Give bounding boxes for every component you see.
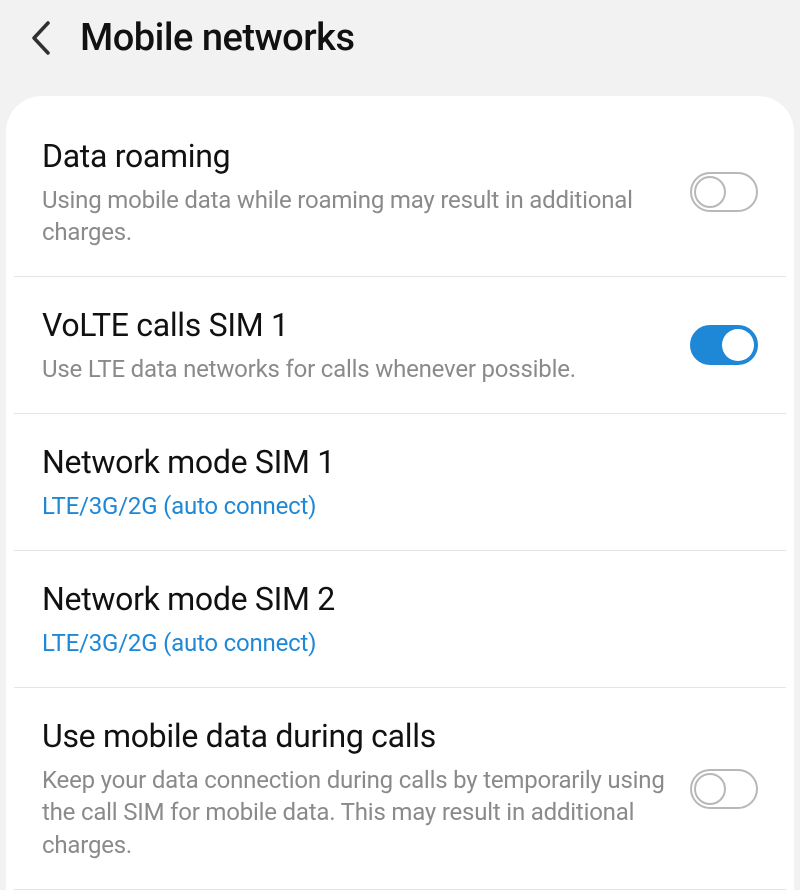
- row-title: Data roaming: [42, 136, 666, 178]
- row-subtitle: Use LTE data networks for calls whenever…: [42, 353, 666, 385]
- row-text: Network mode SIM 2 LTE/3G/2G (auto conne…: [42, 579, 758, 659]
- row-text: VoLTE calls SIM 1 Use LTE data networks …: [42, 305, 690, 385]
- row-title: VoLTE calls SIM 1: [42, 305, 666, 347]
- toggle-knob: [722, 329, 754, 361]
- row-subtitle: Keep your data connection during calls b…: [42, 764, 666, 861]
- row-text: Data roaming Using mobile data while roa…: [42, 136, 690, 248]
- row-network-mode-sim2[interactable]: Network mode SIM 2 LTE/3G/2G (auto conne…: [14, 551, 786, 688]
- row-network-mode-sim1[interactable]: Network mode SIM 1 LTE/3G/2G (auto conne…: [14, 414, 786, 551]
- page-title: Mobile networks: [80, 16, 355, 60]
- row-volte-sim1[interactable]: VoLTE calls SIM 1 Use LTE data networks …: [14, 277, 786, 414]
- settings-list: Data roaming Using mobile data while roa…: [6, 96, 794, 890]
- back-button[interactable]: [28, 19, 52, 57]
- toggle-mobile-data-during-calls[interactable]: [690, 769, 758, 809]
- row-mobile-data-during-calls[interactable]: Use mobile data during calls Keep your d…: [14, 688, 786, 890]
- row-text: Network mode SIM 1 LTE/3G/2G (auto conne…: [42, 442, 758, 522]
- row-subtitle: Using mobile data while roaming may resu…: [42, 184, 666, 249]
- row-value: LTE/3G/2G (auto connect): [42, 490, 734, 522]
- toggle-volte-sim1[interactable]: [690, 325, 758, 365]
- row-data-roaming[interactable]: Data roaming Using mobile data while roa…: [14, 108, 786, 277]
- toggle-knob: [694, 773, 726, 805]
- row-text: Use mobile data during calls Keep your d…: [42, 716, 690, 861]
- toggle-knob: [694, 176, 726, 208]
- row-title: Network mode SIM 1: [42, 442, 734, 484]
- row-title: Network mode SIM 2: [42, 579, 734, 621]
- row-title: Use mobile data during calls: [42, 716, 666, 758]
- row-value: LTE/3G/2G (auto connect): [42, 627, 734, 659]
- toggle-data-roaming[interactable]: [690, 172, 758, 212]
- header: Mobile networks: [0, 0, 800, 96]
- chevron-left-icon: [28, 19, 52, 57]
